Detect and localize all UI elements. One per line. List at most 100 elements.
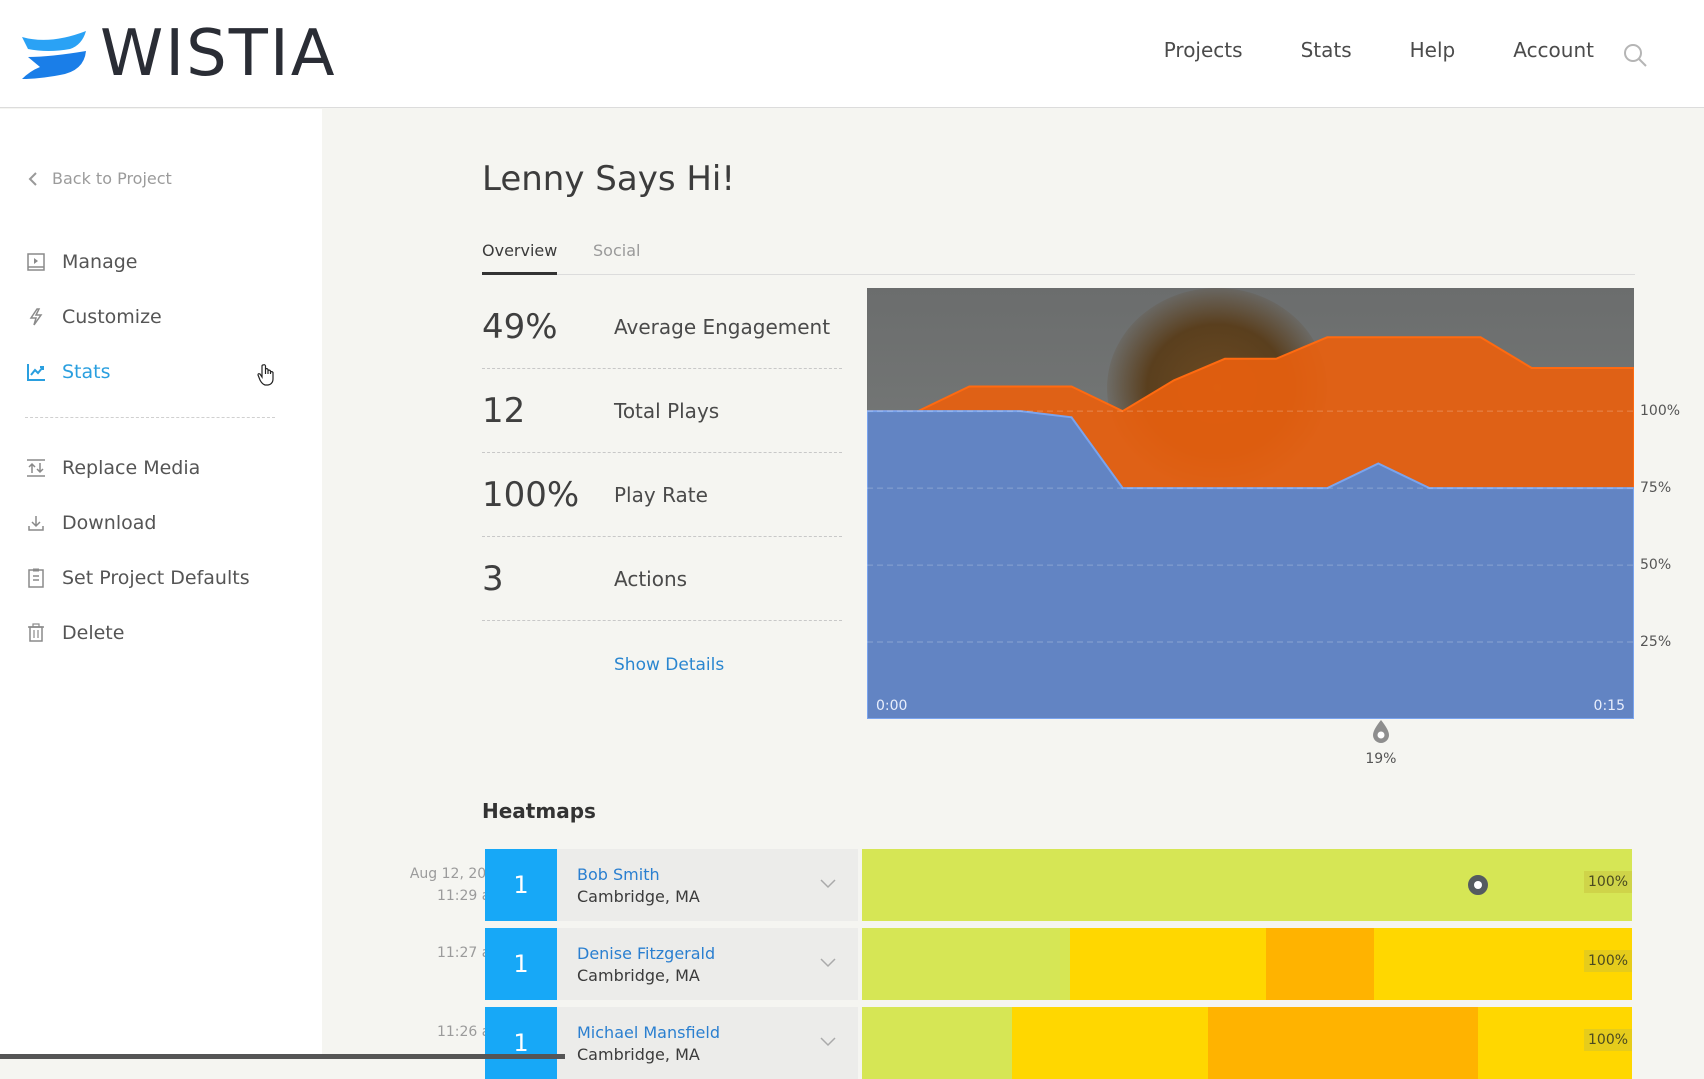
heatmap-bar[interactable]	[862, 928, 1632, 1000]
stat-label: Play Rate	[614, 482, 708, 507]
top-nav: Projects Stats Help Account	[1164, 38, 1594, 62]
y-tick-label: 100%	[1640, 403, 1681, 420]
chevron-down-icon[interactable]	[820, 958, 836, 968]
clipboard-icon	[26, 568, 46, 588]
page-title: Lenny Says Hi!	[482, 159, 735, 199]
brand-name: WISTIA	[100, 17, 337, 91]
replace-icon	[26, 458, 46, 478]
sidebar-item-label: Delete	[62, 622, 125, 644]
playhead-dot[interactable]	[1468, 875, 1488, 895]
heatmap-segment	[862, 928, 1070, 1000]
chevron-left-icon	[28, 171, 37, 186]
heatmap-row: 11:26 am 1 Michael Mansfield Cambridge, …	[322, 1007, 1633, 1079]
stat-label: Total Plays	[614, 398, 720, 423]
download-icon	[26, 513, 46, 533]
sidebar-item-replace-media[interactable]: Replace Media	[26, 457, 200, 479]
y-tick-label: 75%	[1640, 480, 1672, 497]
x-end-label: 0:15	[1594, 698, 1625, 714]
marker-label: 19%	[1365, 751, 1397, 767]
sidebar-item-label: Manage	[62, 251, 138, 273]
sidebar-item-download[interactable]: Download	[26, 512, 156, 534]
chevron-down-icon[interactable]	[820, 879, 836, 889]
sidebar-divider	[25, 417, 275, 418]
viewer-name-link[interactable]: Michael Mansfield	[577, 1023, 838, 1042]
heatmap-play-count[interactable]: 1	[485, 849, 557, 921]
heatmap-viewer-info: Denise Fitzgerald Cambridge, MA	[557, 928, 858, 1000]
wistia-logo-icon	[22, 31, 86, 79]
heatmap-time: 11:27 am	[436, 945, 504, 961]
trash-icon	[26, 623, 46, 643]
stat-label: Average Engagement	[614, 314, 831, 339]
sidebar-item-label: Replace Media	[62, 457, 201, 479]
sidebar-item-manage[interactable]: Manage	[26, 251, 137, 273]
y-tick-label: 25%	[1640, 634, 1672, 651]
engagement-chart: 0:00 0:15	[867, 336, 1634, 719]
nav-projects[interactable]: Projects	[1164, 38, 1243, 62]
viewer-location: Cambridge, MA	[577, 1045, 700, 1064]
engagement-marker[interactable]: 19%	[1361, 719, 1401, 767]
viewer-name-link[interactable]: Denise Fitzgerald	[577, 944, 838, 963]
nav-account[interactable]: Account	[1513, 38, 1594, 62]
nav-help[interactable]: Help	[1410, 38, 1456, 62]
heatmap-play-count[interactable]: 1	[485, 928, 557, 1000]
engagement-graph-video[interactable]: 0:00 0:15	[867, 288, 1634, 719]
main-content: Lenny Says Hi! Overview Social 49% Avera…	[322, 109, 1704, 1079]
y-axis-ticks: 25% 50% 75% 100%	[1640, 288, 1690, 719]
viewer-location: Cambridge, MA	[577, 966, 700, 985]
stat-play-rate: 100% Play Rate	[482, 453, 842, 537]
stat-value: 49%	[482, 306, 558, 347]
sidebar: Back to Project Manage Customize Stats R…	[0, 109, 322, 1059]
heatmap-time: 11:26 am	[436, 1024, 504, 1040]
tab-social[interactable]: Social	[593, 241, 640, 272]
heatmap-row: Aug 12, 2019 11:29 am 1 Bob Smith Cambri…	[322, 849, 1633, 921]
sidebar-item-customize[interactable]: Customize	[26, 306, 162, 328]
stat-average-engagement: 49% Average Engagement	[482, 285, 842, 369]
heatmap-bar[interactable]	[862, 1007, 1632, 1079]
heatmap-segment	[1012, 1007, 1209, 1079]
heatmap-viewer-info: Bob Smith Cambridge, MA	[557, 849, 858, 921]
heatmap-date: Aug 12, 2019	[409, 866, 504, 882]
heatmap-timestamp: 11:27 am	[354, 942, 504, 964]
sidebar-item-set-project-defaults[interactable]: Set Project Defaults	[26, 567, 250, 589]
sidebar-item-label: Set Project Defaults	[62, 567, 250, 589]
x-start-label: 0:00	[876, 698, 907, 714]
heatmap-row: 11:27 am 1 Denise Fitzgerald Cambridge, …	[322, 928, 1633, 1000]
heatmap-timestamp: Aug 12, 2019 11:29 am	[354, 863, 504, 907]
hand-cursor-icon	[257, 364, 274, 386]
sidebar-item-label: Customize	[62, 306, 162, 328]
chevron-down-icon[interactable]	[820, 1037, 836, 1047]
stat-value: 12	[482, 390, 526, 431]
y-tick-label: 50%	[1640, 557, 1672, 574]
back-to-project-link[interactable]: Back to Project	[28, 169, 172, 188]
heatmap-percent: 100%	[1584, 1029, 1633, 1051]
chart-icon	[26, 362, 46, 382]
tab-bar: Overview Social	[482, 235, 1635, 275]
heatmap-segment	[1266, 928, 1375, 1000]
search-icon[interactable]	[1622, 42, 1648, 68]
lightning-icon	[26, 307, 46, 327]
top-navigation-bar: WISTIA Projects Stats Help Account	[0, 0, 1704, 108]
nav-stats[interactable]: Stats	[1301, 38, 1352, 62]
heatmap-bar[interactable]	[862, 849, 1632, 921]
viewer-location: Cambridge, MA	[577, 887, 700, 906]
wistia-logo[interactable]: WISTIA	[20, 17, 337, 91]
heatmap-percent: 100%	[1584, 950, 1633, 972]
heatmap-play-count[interactable]: 1	[485, 1007, 557, 1079]
stat-actions: 3 Actions	[482, 537, 842, 621]
back-label: Back to Project	[52, 169, 172, 188]
drop-pin-icon	[1372, 720, 1389, 743]
heatmap-segment	[862, 1007, 1013, 1079]
sidebar-item-label: Download	[62, 512, 157, 534]
show-details-link[interactable]: Show Details	[614, 655, 724, 675]
viewer-name-link[interactable]: Bob Smith	[577, 865, 838, 884]
sidebar-item-stats[interactable]: Stats	[26, 361, 111, 383]
stat-value: 3	[482, 558, 504, 599]
tab-overview[interactable]: Overview	[482, 241, 558, 275]
sidebar-item-delete[interactable]: Delete	[26, 622, 124, 644]
heatmap-viewer-info: Michael Mansfield Cambridge, MA	[557, 1007, 858, 1079]
stats-summary: 49% Average Engagement 12 Total Plays 10…	[482, 285, 842, 621]
stat-total-plays: 12 Total Plays	[482, 369, 842, 453]
stat-label: Actions	[614, 566, 688, 591]
heatmap-percent: 100%	[1584, 871, 1633, 893]
horizontal-scrollbar[interactable]	[0, 1054, 565, 1059]
